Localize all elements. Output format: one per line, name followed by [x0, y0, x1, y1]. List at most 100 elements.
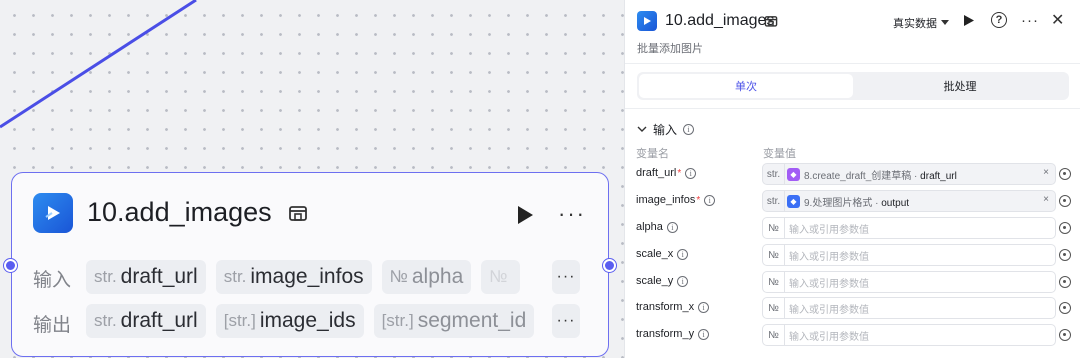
reference-target-icon[interactable]	[1059, 302, 1071, 314]
info-icon: i	[683, 124, 695, 135]
placeholder: 输入或引用参数值	[789, 251, 869, 263]
reference-target-icon[interactable]	[1059, 222, 1071, 234]
param-name: scale_x i	[636, 248, 689, 260]
plugin-logo-icon	[33, 193, 73, 233]
reference-target-icon[interactable]	[1059, 249, 1071, 261]
output-param-chip: str. draft_url	[86, 304, 206, 338]
clear-icon[interactable]: ×	[1043, 194, 1049, 205]
input-more-button[interactable]: ···	[552, 260, 580, 294]
node-more-button[interactable]: ···	[558, 201, 586, 227]
data-source-label: 真实数据	[893, 18, 937, 30]
help-icon[interactable]: ?	[991, 12, 1007, 28]
param-name: image_infos * i	[636, 194, 716, 206]
reference-target-icon[interactable]	[1059, 329, 1071, 341]
node-ref-icon: ◆	[787, 167, 800, 181]
type-badge: №	[763, 218, 785, 238]
panel-header: 10.add_images 批量添加图片 真实数据 ? ··· ✕	[625, 0, 1080, 64]
param-row-image-infos: image_infos * i str. ◆ 9.处理图片格式 · output ×	[625, 190, 1080, 212]
info-icon: i	[666, 221, 678, 233]
plugin-store-icon	[289, 206, 307, 221]
node-config-panel: 10.add_images 批量添加图片 真实数据 ? ··· ✕ 单次 批处理…	[624, 0, 1080, 358]
param-row-draft-url: draft_url * i str. ◆ 8.create_draft_创建草稿 ·…	[625, 163, 1080, 185]
info-icon: i	[677, 248, 689, 260]
reference-target-icon[interactable]	[1059, 168, 1071, 180]
param-row-alpha: alpha i № 输入或引用参数值	[625, 217, 1080, 239]
input-params-row: str. draft_url str. image_infos № alpha №	[86, 260, 544, 294]
node-title: 10.add_images	[87, 197, 272, 227]
param-name: transform_x i	[636, 301, 710, 313]
output-port[interactable]	[603, 259, 616, 272]
close-icon[interactable]: ✕	[1051, 10, 1064, 30]
workflow-canvas[interactable]: 10.add_images ··· 输入 str. draft_url str. i…	[0, 0, 624, 358]
required-mark: *	[696, 194, 701, 206]
info-icon: i	[698, 301, 710, 313]
param-ref-value[interactable]: str. ◆ 8.create_draft_创建草稿 · draft_url ×	[762, 163, 1056, 185]
output-param-chip: [str.] segment_id	[373, 304, 535, 338]
param-ref-value[interactable]: str. ◆ 9.处理图片格式 · output ×	[762, 190, 1056, 212]
param-name: transform_y i	[636, 328, 710, 340]
output-param-chip: [str.] image_ids	[215, 304, 364, 338]
param-name: scale_y i	[636, 275, 689, 287]
input-row-label: 输入	[33, 270, 72, 291]
param-input[interactable]: № 输入或引用参数值	[762, 297, 1056, 319]
info-icon: i	[704, 194, 716, 206]
plugin-logo-icon	[637, 11, 657, 31]
reference-target-icon[interactable]	[1059, 195, 1071, 207]
info-icon: i	[685, 167, 697, 179]
panel-title: 10.add_images	[665, 12, 775, 29]
node-ref-icon: ◆	[787, 194, 800, 208]
chevron-down-icon	[637, 126, 647, 132]
section-title: 输入	[653, 123, 678, 137]
param-input[interactable]: № 输入或引用参数值	[762, 271, 1056, 293]
required-mark: *	[677, 167, 682, 179]
run-button[interactable]	[963, 14, 975, 27]
caret-down-icon	[941, 20, 949, 25]
param-input[interactable]: № 输入或引用参数值	[762, 217, 1056, 239]
input-param-chip: №	[481, 260, 520, 294]
type-badge: №	[763, 298, 785, 318]
data-source-dropdown[interactable]: 真实数据	[893, 15, 949, 31]
reference-target-icon[interactable]	[1059, 276, 1071, 288]
ref-text: 9.处理图片格式 · output	[804, 197, 910, 209]
type-badge: №	[763, 325, 785, 345]
input-param-chip: № alpha	[381, 260, 472, 294]
type-badge: str.	[763, 164, 785, 184]
placeholder: 输入或引用参数值	[789, 304, 869, 316]
workflow-node-add-images[interactable]: 10.add_images ··· 输入 str. draft_url str. i…	[4, 172, 616, 357]
type-badge: №	[763, 272, 785, 292]
param-name: alpha i	[636, 221, 678, 233]
input-param-chip: str. draft_url	[86, 260, 206, 294]
column-header-value: 变量值	[763, 148, 796, 160]
placeholder: 输入或引用参数值	[789, 224, 869, 236]
info-icon: i	[698, 328, 710, 340]
param-row-transform-y: transform_y i № 输入或引用参数值	[625, 324, 1080, 346]
param-row-scale-y: scale_y i № 输入或引用参数值	[625, 271, 1080, 293]
info-icon: i	[677, 275, 689, 287]
panel-more-button[interactable]: ···	[1021, 12, 1039, 29]
type-badge: №	[763, 245, 785, 265]
placeholder: 输入或引用参数值	[789, 278, 869, 290]
tab-single[interactable]: 单次	[639, 74, 853, 98]
divider	[625, 108, 1080, 109]
input-section-toggle[interactable]: 输入 i	[637, 121, 695, 138]
output-row-label: 输出	[33, 315, 72, 336]
input-port[interactable]	[4, 259, 17, 272]
param-row-scale-x: scale_x i № 输入或引用参数值	[625, 244, 1080, 266]
param-row-transform-x: transform_x i № 输入或引用参数值	[625, 297, 1080, 319]
mode-tabs: 单次 批处理	[637, 72, 1069, 100]
output-params-row: str. draft_url [str.] image_ids [str.] segm…	[86, 304, 544, 338]
run-node-button[interactable]	[515, 204, 535, 226]
panel-subtitle: 批量添加图片	[637, 43, 703, 55]
ref-text: 8.create_draft_创建草稿 · draft_url	[804, 170, 957, 182]
output-more-button[interactable]: ···	[552, 304, 580, 338]
plugin-store-icon	[764, 16, 778, 27]
param-name: draft_url * i	[636, 167, 697, 179]
param-input[interactable]: № 输入或引用参数值	[762, 324, 1056, 346]
column-header-name: 变量名	[636, 148, 669, 160]
input-param-chip: str. image_infos	[215, 260, 372, 294]
clear-icon[interactable]: ×	[1043, 167, 1049, 178]
type-badge: str.	[763, 191, 785, 211]
param-input[interactable]: № 输入或引用参数值	[762, 244, 1056, 266]
placeholder: 输入或引用参数值	[789, 331, 869, 343]
tab-batch[interactable]: 批处理	[853, 74, 1067, 98]
